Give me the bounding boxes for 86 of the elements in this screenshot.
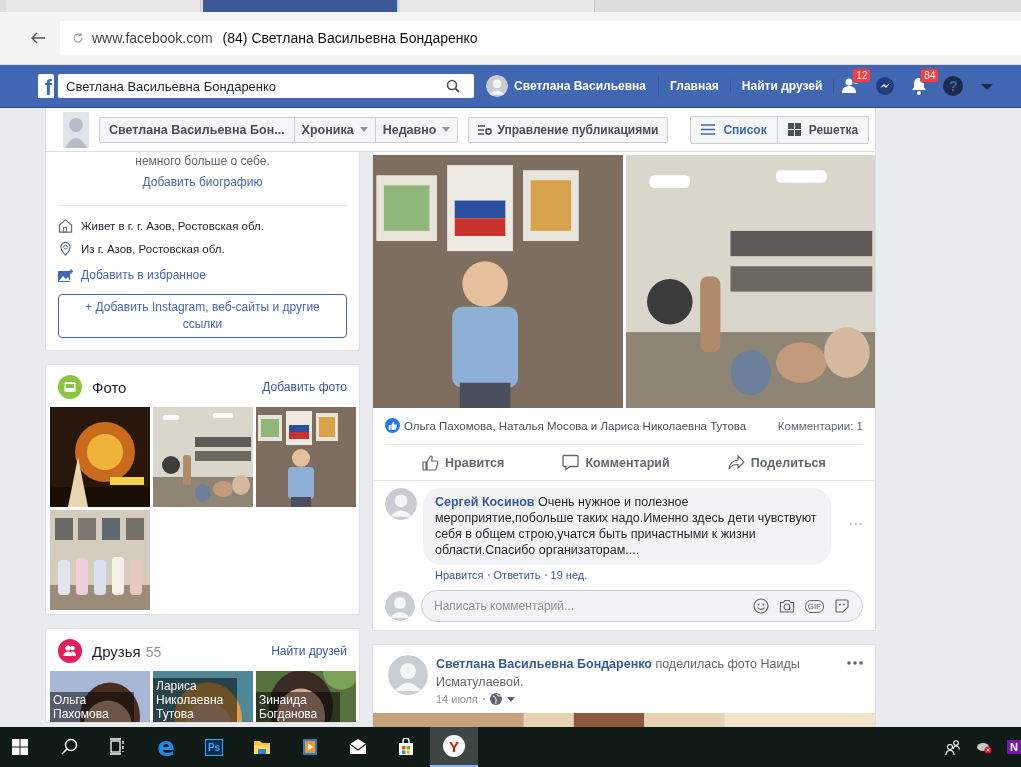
detail-text: Из г. Азов, Ростовская обл. (81, 242, 225, 255)
post-header-text: Светлана Васильевна Бондаренко поделилась фото Наиды Исматулаевой. (436, 656, 801, 691)
manage-posts-button[interactable]: Управление публикациями (468, 116, 669, 143)
comment-field[interactable]: Написать комментарий... (432, 598, 743, 614)
messenger-icon[interactable] (875, 76, 896, 96)
dropdown-button[interactable]: Недавно (374, 117, 458, 142)
back-icon[interactable] (30, 30, 46, 46)
caret-icon (359, 127, 368, 132)
url-domain: www.facebook.com (92, 30, 213, 46)
friends-icon (58, 639, 82, 663)
speech-bubble-icon (562, 454, 580, 471)
page-title: (84) Светлана Васильевна Бондаренко (222, 30, 478, 46)
thumbs-up-icon (422, 454, 440, 471)
notification-badge: 12 (852, 68, 872, 83)
more-icon[interactable] (847, 661, 863, 665)
globe-icon[interactable] (489, 693, 502, 705)
like-button[interactable]: Нравится (422, 454, 505, 471)
search-icon (61, 738, 79, 756)
comment-action-link[interactable]: Ответить (493, 569, 541, 581)
comment-text: Сергей Косинов Очень нужное и полезное мероприятие,побольше таких надо.Именно здесь дети чувствуют себя в общем строю,учатся быть причастными к жизни области.Спасибо организаторам.... (435, 494, 818, 558)
media-player-icon (301, 738, 319, 756)
author-link[interactable]: Сергей Косинов (435, 495, 535, 509)
notification-badge: 84 (920, 68, 940, 83)
share-button[interactable]: Поделиться (727, 454, 826, 471)
location-icon (58, 241, 73, 256)
friend-name[interactable]: Лариса Николаевна Тутова (153, 678, 237, 722)
taskbar-button[interactable]: e (142, 727, 190, 767)
detail-text: Живет в г. г. Азов, Ростовская обл. (81, 219, 264, 232)
settings-list-icon (478, 123, 493, 136)
view-toggle[interactable]: Решетка (776, 116, 869, 143)
profile-name-button[interactable]: Светлана Васильевна Бон... (100, 117, 294, 142)
folder-icon (253, 738, 271, 756)
grid-icon (787, 123, 801, 136)
avatar (486, 75, 508, 97)
view-toggle[interactable]: Список (691, 116, 777, 143)
home-icon (58, 218, 73, 233)
intro-text: немного больше о себе. (134, 154, 271, 168)
section-title: Друзья (92, 642, 141, 660)
profile-link[interactable]: Светлана Васильевна (486, 75, 660, 97)
find-friends-link[interactable]: Найти друзей (271, 644, 347, 658)
comment-action-link[interactable]: Нравится (435, 569, 484, 581)
section-title: Фото (92, 378, 128, 396)
post-date[interactable]: 14 июля (436, 693, 478, 705)
avatar (385, 591, 415, 621)
add-photo-link[interactable]: Добавить фото (262, 380, 347, 394)
sticker-icon[interactable] (834, 598, 850, 614)
taskbar-button[interactable]: Y (430, 727, 478, 767)
search-field[interactable]: Светлана Васильевна Бондаренко (58, 78, 436, 94)
envelope-icon (349, 738, 367, 756)
friend-name[interactable]: Ольга Пахомова (50, 692, 134, 722)
friend-name[interactable]: Зинаида Богданова (256, 692, 340, 722)
search-bar[interactable]: Светлана Васильевна Бондаренко (58, 74, 474, 98)
caret-icon (442, 127, 451, 132)
comment-count[interactable]: Комментарии: 1 (777, 419, 863, 432)
add-bio-link[interactable]: Добавить биографию (58, 175, 347, 189)
shopping-bag-icon (397, 738, 415, 756)
avatar (385, 488, 417, 520)
friend-count: 55 (145, 643, 162, 660)
add-featured-link[interactable]: Добавить в избранное (81, 268, 206, 282)
comment-time: 19 нед. (550, 569, 588, 581)
reload-icon[interactable] (72, 32, 84, 44)
like-reaction-icon (385, 418, 400, 433)
search-icon[interactable] (446, 79, 460, 93)
list-icon (701, 124, 716, 135)
add-links-button[interactable]: + Добавить Instagram, веб-сайты и другие ссылки (58, 294, 347, 338)
onenote-icon[interactable]: N (1007, 740, 1021, 754)
gif-button[interactable]: GIF (804, 599, 824, 613)
smiley-icon[interactable] (752, 598, 769, 614)
photo-icon (58, 375, 82, 399)
dropdown-button[interactable]: Хроника (293, 117, 375, 142)
share-arrow-icon (727, 454, 745, 471)
avatar (388, 655, 428, 695)
camera-icon[interactable] (778, 598, 795, 614)
nav-link[interactable]: Главная (659, 79, 731, 93)
windows-start-icon[interactable] (12, 739, 28, 755)
facebook-logo[interactable]: f (38, 74, 54, 98)
comment-composer[interactable]: Написать комментарий... GIF (421, 590, 863, 622)
taskbar-button[interactable]: Ps (190, 727, 238, 767)
add-photo-icon (58, 268, 73, 282)
comment-button[interactable]: Комментарий (562, 454, 670, 471)
reactions-text[interactable]: Ольга Пахомова, Наталья Мосова и Лариса Николаевна Тутова (404, 419, 774, 432)
author-link[interactable]: Светлана Васильевна Бондаренко (436, 657, 652, 671)
nav-link[interactable]: Найти друзей (730, 79, 835, 93)
people-icon[interactable] (945, 739, 962, 755)
caret-icon[interactable] (506, 696, 515, 702)
task-view-icon (109, 738, 127, 756)
